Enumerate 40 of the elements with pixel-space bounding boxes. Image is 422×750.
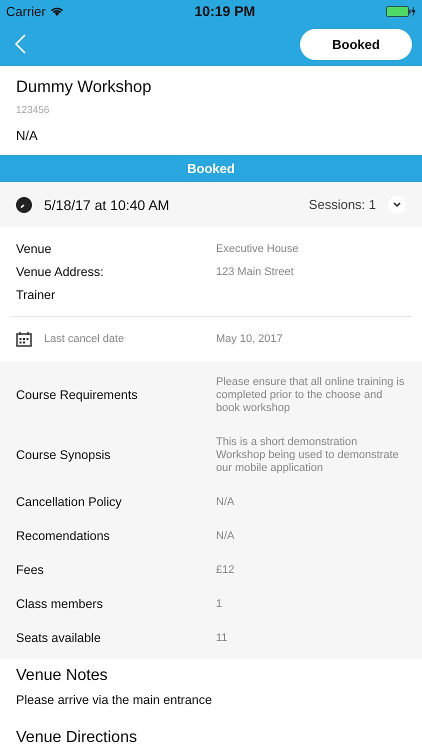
field-label: Venue <box>16 242 52 256</box>
field-value: £12 <box>216 564 236 576</box>
wifi-icon <box>50 6 64 16</box>
sessions-count: Sessions: 1 <box>308 197 376 212</box>
workshop-code: 123456 <box>16 105 50 116</box>
section-heading: Venue Notes <box>16 667 108 685</box>
cancel-date-label: Last cancel date <box>44 333 124 345</box>
field-label: Recomendations <box>16 529 111 543</box>
field-label: Venue Address: <box>16 264 105 278</box>
booked-button[interactable]: Booked <box>300 28 412 60</box>
field-value: Please ensure that all online training is completed prior to the choose and book workshop <box>216 376 406 414</box>
cancel-date-value: May 10, 2017 <box>216 333 284 345</box>
field-label: Trainer <box>16 288 56 302</box>
clock-icon <box>16 196 32 212</box>
field-value: 1 <box>216 598 224 610</box>
field-label: Cancellation Policy <box>16 495 123 509</box>
carrier-label: Carrier <box>6 4 46 18</box>
field-value: N/A <box>216 496 236 508</box>
chevron-down-icon <box>393 202 401 208</box>
battery-icon <box>386 6 416 16</box>
clock-time: 10:19 PM <box>194 3 256 19</box>
workshop-title: Dummy Workshop <box>16 78 152 97</box>
field-value: 123 Main Street <box>216 266 295 278</box>
expand-button[interactable] <box>388 196 406 214</box>
back-icon[interactable] <box>14 34 26 54</box>
field-value: N/A <box>216 530 236 542</box>
field-label: Fees <box>16 563 45 577</box>
section-text: Please arrive via the main entrance <box>16 693 212 707</box>
status-banner: Booked <box>0 155 422 182</box>
calendar-icon <box>16 331 32 347</box>
field-label: Course Synopsis <box>16 448 112 462</box>
session-datetime: 5/18/17 at 10:40 AM <box>44 196 170 212</box>
workshop-subtitle: N/A <box>16 128 38 143</box>
field-label: Class members <box>16 597 104 611</box>
field-label: Course Requirements <box>16 388 139 402</box>
field-value: Executive House <box>216 242 300 254</box>
field-value: This is a short demonstration Workshop being used to demonstrate our mobile application <box>216 436 400 474</box>
field-value: 11 <box>216 632 228 644</box>
field-label: Seats available <box>16 631 102 645</box>
section-heading: Venue Directions <box>16 729 137 747</box>
